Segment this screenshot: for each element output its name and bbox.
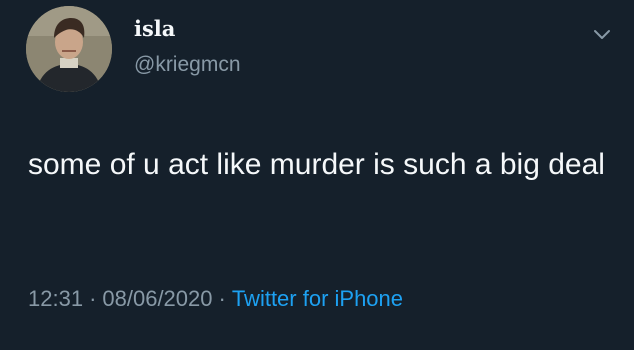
- avatar[interactable]: [26, 6, 112, 92]
- profile-photo-icon: [26, 6, 112, 92]
- meta-separator: ·: [218, 286, 226, 311]
- user-handle[interactable]: @kriegmcn: [134, 53, 241, 77]
- tweet-card: isla @kriegmcn some of u act like murder…: [0, 0, 634, 350]
- tweet-source-link[interactable]: Twitter for iPhone: [232, 286, 403, 311]
- chevron-down-icon[interactable]: [592, 24, 612, 44]
- tweet-meta: 12:31 · 08/06/2020 · Twitter for iPhone: [28, 286, 403, 312]
- meta-separator: ·: [89, 286, 97, 311]
- tweet-time[interactable]: 12:31: [28, 286, 83, 311]
- tweet-text: some of u act like murder is such a big …: [28, 148, 605, 181]
- display-name[interactable]: isla: [134, 16, 175, 41]
- tweet-date[interactable]: 08/06/2020: [102, 286, 212, 311]
